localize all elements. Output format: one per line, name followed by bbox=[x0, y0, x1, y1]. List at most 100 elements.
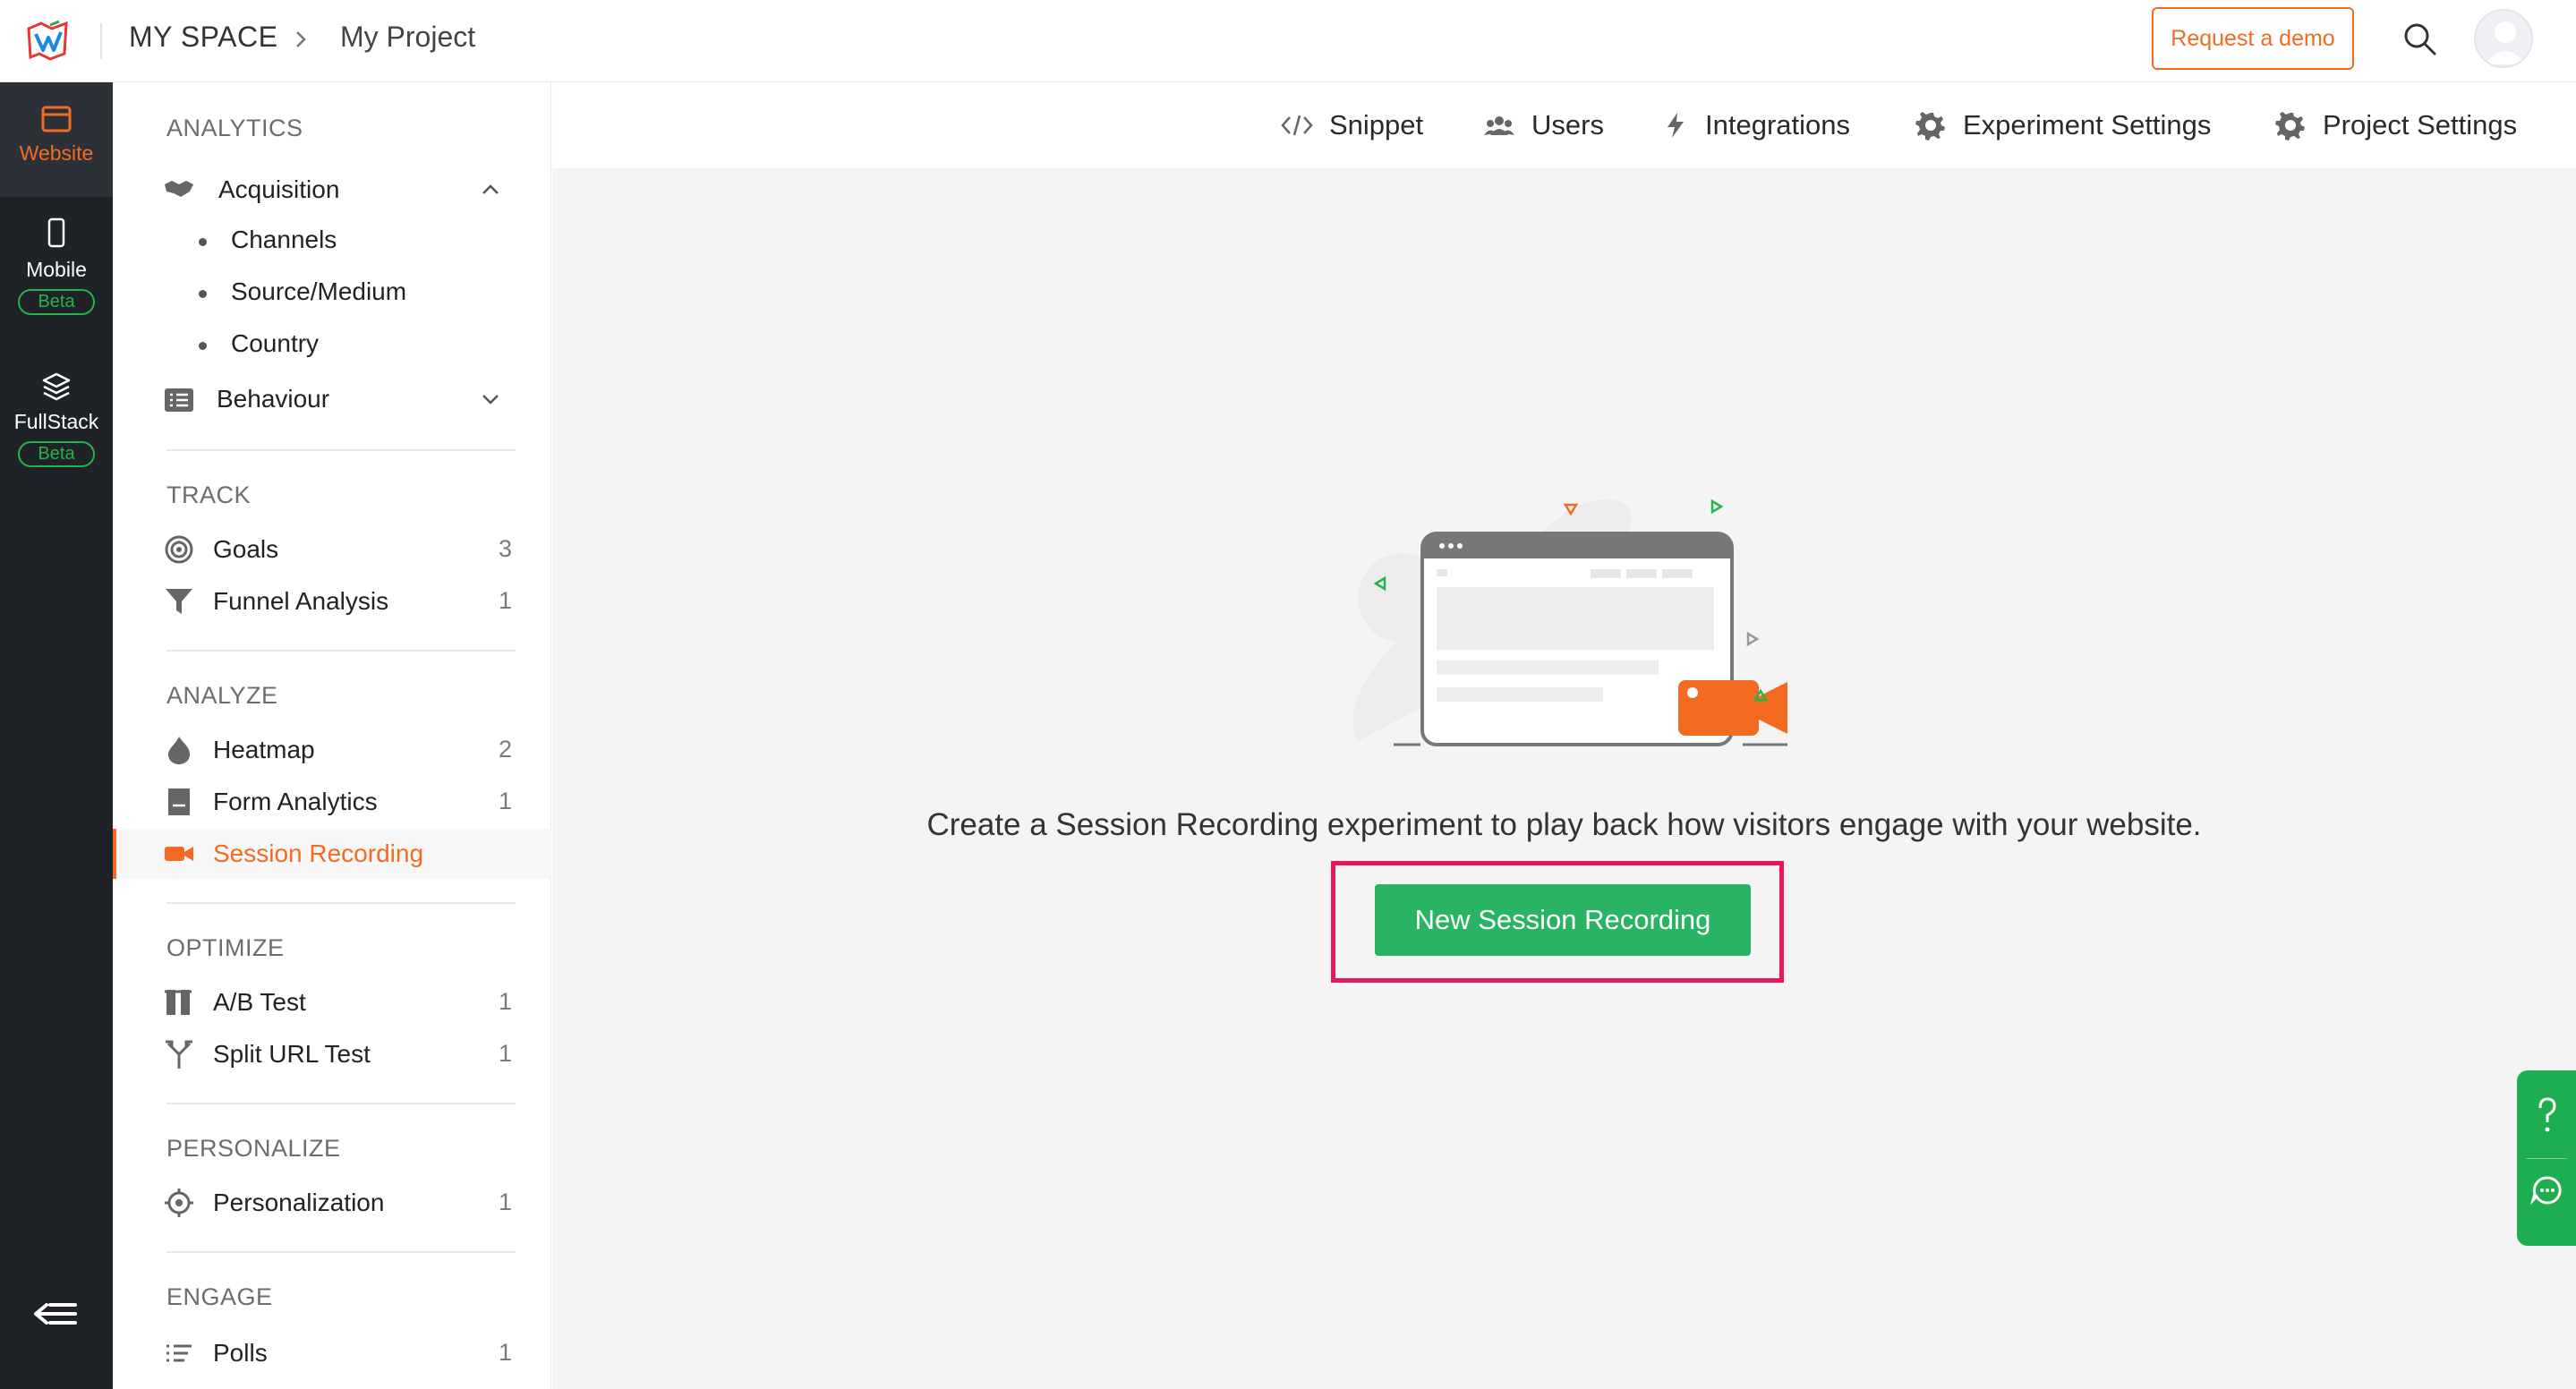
item-count: 1 bbox=[498, 587, 512, 614]
form-icon bbox=[168, 788, 190, 815]
sidebar-subitem-label: Country bbox=[231, 329, 320, 357]
tab-label: Snippet bbox=[1329, 109, 1424, 141]
split-icon bbox=[166, 1040, 192, 1069]
section-divider bbox=[166, 449, 516, 451]
sidebar-item-session-recording[interactable]: Session Recording bbox=[113, 829, 551, 879]
sidebar-item-form-analytics[interactable]: Form Analytics 1 bbox=[113, 777, 551, 827]
beta-badge: Beta bbox=[18, 289, 95, 315]
section-divider bbox=[166, 1251, 516, 1253]
beta-badge: Beta bbox=[18, 441, 95, 467]
chevron-right-icon bbox=[296, 31, 306, 47]
rail-item-fullstack[interactable]: FullStack Beta bbox=[0, 371, 113, 487]
rail-item-label: Mobile bbox=[26, 258, 87, 281]
section-divider bbox=[166, 902, 516, 904]
help-question-icon[interactable] bbox=[2517, 1070, 2576, 1156]
user-icon bbox=[2485, 21, 2526, 64]
collapse-menu-icon[interactable] bbox=[32, 1296, 79, 1332]
sidebar-item-label: Goals bbox=[213, 535, 279, 563]
bullet-icon bbox=[199, 342, 207, 350]
logo-divider bbox=[100, 23, 102, 59]
crosshair-icon bbox=[165, 1189, 193, 1217]
new-session-recording-button[interactable]: New Session Recording bbox=[1375, 884, 1751, 956]
item-count: 1 bbox=[498, 1189, 512, 1215]
chat-icon[interactable] bbox=[2517, 1160, 2576, 1246]
code-icon bbox=[1281, 115, 1313, 136]
section-divider bbox=[166, 1103, 516, 1104]
avatar[interactable] bbox=[2474, 9, 2533, 68]
bullet-icon bbox=[199, 238, 207, 246]
product-rail: Website Mobile Beta FullStack Beta bbox=[0, 82, 113, 1389]
target-icon bbox=[165, 535, 193, 564]
app-logo-icon[interactable] bbox=[23, 16, 73, 66]
sidebar-subitem-label: Channels bbox=[231, 226, 337, 253]
item-count: 3 bbox=[498, 535, 512, 562]
sidebar-item-behaviour[interactable]: Behaviour bbox=[113, 374, 551, 424]
chevron-down-icon[interactable] bbox=[478, 387, 503, 412]
poll-list-icon bbox=[166, 1344, 192, 1362]
tab-label: Project Settings bbox=[2323, 109, 2518, 141]
main-content: Create a Session Recording experiment to… bbox=[552, 168, 2576, 1389]
layers-icon bbox=[42, 372, 71, 401]
gear-icon bbox=[2275, 112, 2305, 141]
sidebar: ANALYTICS Acquisition Channels Source/Me… bbox=[113, 82, 551, 1389]
sidebar-item-label: Form Analytics bbox=[213, 788, 378, 815]
item-count: 1 bbox=[498, 988, 512, 1015]
sidebar-subitem-source-medium[interactable]: Source/Medium bbox=[113, 268, 551, 315]
sidebar-subitem-label: Source/Medium bbox=[231, 277, 407, 305]
tab-label: Experiment Settings bbox=[1963, 109, 2212, 141]
section-title-personalize: PERSONALIZE bbox=[166, 1135, 341, 1162]
rail-item-website[interactable]: Website bbox=[0, 82, 113, 197]
sidebar-item-funnel-analysis[interactable]: Funnel Analysis 1 bbox=[113, 576, 551, 626]
sidebar-subitem-country[interactable]: Country bbox=[113, 320, 551, 367]
empty-state-message: Create a Session Recording experiment to… bbox=[926, 807, 2202, 842]
sidebar-item-label: Session Recording bbox=[213, 839, 424, 867]
bullet-icon bbox=[199, 290, 207, 298]
sidebar-item-label: Behaviour bbox=[217, 385, 330, 413]
flame-icon bbox=[168, 737, 190, 764]
sidebar-item-label: Polls bbox=[213, 1339, 268, 1367]
sidebar-item-label: Personalization bbox=[213, 1189, 385, 1216]
sidebar-item-goals[interactable]: Goals 3 bbox=[113, 524, 551, 575]
section-title-optimize: OPTIMIZE bbox=[166, 934, 285, 961]
ab-test-icon bbox=[165, 990, 192, 1015]
sidebar-item-personalization[interactable]: Personalization 1 bbox=[113, 1178, 551, 1228]
sidebar-item-split-url-test[interactable]: Split URL Test 1 bbox=[113, 1029, 551, 1079]
breadcrumb-current[interactable]: My Project bbox=[340, 21, 475, 54]
handshake-icon bbox=[165, 181, 193, 197]
sidebar-item-acquisition[interactable]: Acquisition bbox=[113, 165, 551, 215]
sidebar-item-heatmap[interactable]: Heatmap 2 bbox=[113, 725, 551, 775]
sidebar-item-polls[interactable]: Polls 1 bbox=[113, 1328, 551, 1378]
item-count: 1 bbox=[498, 1339, 512, 1366]
item-count: 1 bbox=[498, 1040, 512, 1067]
chevron-up-icon[interactable] bbox=[478, 177, 503, 202]
search-icon[interactable] bbox=[2399, 18, 2442, 61]
funnel-icon bbox=[166, 589, 192, 614]
rail-item-mobile[interactable]: Mobile Beta bbox=[0, 217, 113, 333]
tab-snippet[interactable]: Snippet bbox=[1281, 107, 1423, 143]
users-icon bbox=[1484, 116, 1514, 135]
tab-project-settings[interactable]: Project Settings bbox=[2274, 107, 2517, 143]
tab-users[interactable]: Users bbox=[1483, 107, 1604, 143]
sidebar-item-label: Acquisition bbox=[218, 175, 340, 203]
video-camera-icon bbox=[165, 847, 193, 861]
section-title-analytics: ANALYTICS bbox=[166, 115, 303, 141]
browser-icon bbox=[41, 106, 72, 132]
settings-tab-bar: Snippet Users Integrations Experiment Se… bbox=[552, 82, 2576, 168]
mobile-icon bbox=[47, 217, 65, 248]
tab-experiment-settings[interactable]: Experiment Settings bbox=[1915, 107, 2211, 143]
tab-integrations[interactable]: Integrations bbox=[1662, 107, 1850, 143]
item-count: 2 bbox=[498, 736, 512, 763]
sidebar-item-ab-test[interactable]: A/B Test 1 bbox=[113, 977, 551, 1027]
sidebar-item-label: A/B Test bbox=[213, 988, 306, 1016]
tab-label: Users bbox=[1531, 109, 1604, 141]
list-icon bbox=[165, 388, 193, 412]
sidebar-item-label: Split URL Test bbox=[213, 1040, 371, 1068]
top-header: MY SPACE My Project Request a demo bbox=[0, 0, 2576, 82]
item-count: 1 bbox=[498, 788, 512, 814]
breadcrumb-root[interactable]: MY SPACE bbox=[129, 21, 277, 54]
sidebar-subitem-channels[interactable]: Channels bbox=[113, 217, 551, 263]
request-demo-button[interactable]: Request a demo bbox=[2152, 7, 2354, 70]
help-widget bbox=[2517, 1070, 2576, 1246]
sidebar-item-label: Funnel Analysis bbox=[213, 587, 389, 615]
section-title-engage: ENGAGE bbox=[166, 1283, 273, 1310]
